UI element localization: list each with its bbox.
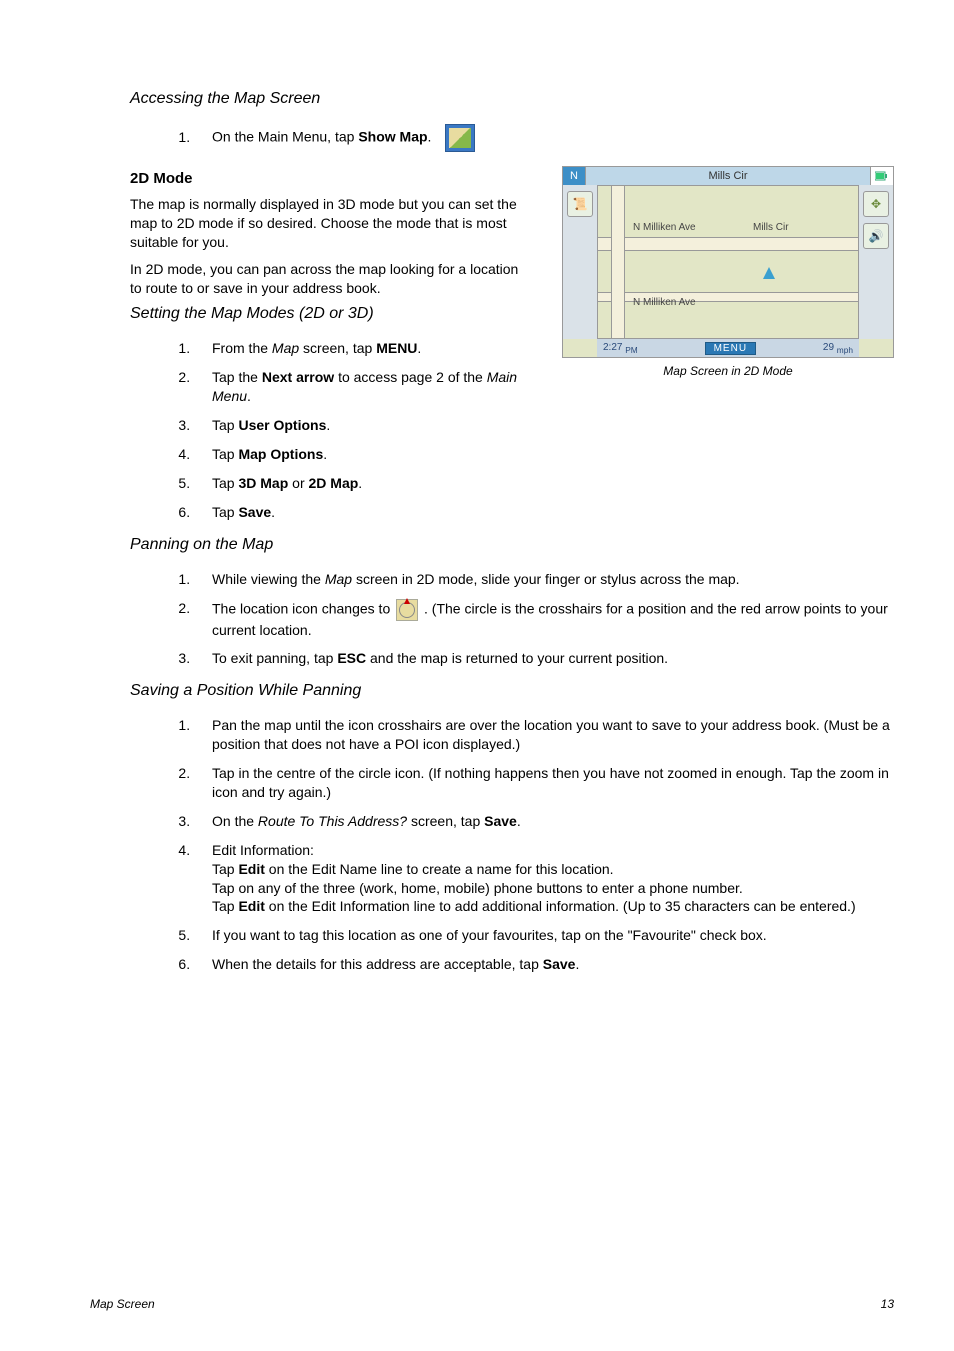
heading-accessing: Accessing the Map Screen (90, 90, 894, 108)
t: User Options (238, 417, 326, 433)
saving-step-6: When the details for this address are ac… (194, 955, 894, 974)
t: screen, tap (299, 340, 376, 356)
t: . (271, 504, 275, 520)
menu-button: MENU (705, 342, 756, 355)
page-footer: Map Screen 13 (90, 1297, 894, 1311)
t: Map (325, 571, 352, 587)
t: Next arrow (262, 369, 334, 385)
text: . (428, 129, 432, 145)
saving-step-2: Tap in the centre of the circle icon. (I… (194, 764, 894, 802)
location-pin-icon (763, 267, 775, 279)
figure-map-2d: N Mills Cir 📜 ✥ 🔊 N Milliken Ave Mills C… (562, 166, 894, 378)
setting-step-6: Tap Save. (194, 503, 894, 522)
t: on the Edit Information line to add addi… (265, 898, 856, 914)
map-footer: 2:27 PM MENU 29 mph (597, 338, 859, 357)
t: screen, tap (407, 813, 484, 829)
footer-right: 13 (881, 1297, 894, 1311)
t: 3D Map (238, 475, 288, 491)
t: Map (272, 340, 299, 356)
t: Save (543, 956, 576, 972)
t: Save (238, 504, 271, 520)
t: When the details for this address are ac… (212, 956, 543, 972)
t: The location icon changes to (212, 600, 394, 616)
t: . (326, 417, 330, 433)
t: to access page 2 of the (334, 369, 487, 385)
right-button-panel: ✥ 🔊 (858, 185, 893, 339)
t: Tap (212, 861, 238, 877)
street-label-2: Mills Cir (753, 222, 789, 233)
t: ESC (337, 650, 366, 666)
battery-icon (870, 167, 893, 185)
t: Edit Information: (212, 842, 314, 858)
left-button-panel: 📜 (563, 185, 598, 339)
setting-step-3: Tap User Options. (194, 416, 894, 435)
panning-step-2: The location icon changes to . (The circ… (194, 599, 894, 640)
map-header: N Mills Cir (563, 167, 893, 186)
saving-step-5: If you want to tag this location as one … (194, 926, 894, 945)
accessing-step-1: On the Main Menu, tap Show Map. (194, 124, 894, 152)
time-label: 2:27 PM (603, 342, 638, 355)
t: Map Options (238, 446, 323, 462)
panning-step-1: While viewing the Map screen in 2D mode,… (194, 570, 894, 589)
t: From the (212, 340, 272, 356)
t: Tap (212, 475, 238, 491)
text: On the Main Menu, tap (212, 129, 358, 145)
road-v1 (611, 185, 625, 339)
t: on the Edit Name line to create a name f… (265, 861, 614, 877)
t: Edit (238, 898, 264, 914)
t: Save (484, 813, 517, 829)
t: and the map is returned to your current … (366, 650, 668, 666)
setting-step-5: Tap 3D Map or 2D Map. (194, 474, 894, 493)
t: Route To This Address? (258, 813, 407, 829)
street-label-1: N Milliken Ave (633, 222, 696, 233)
t: MENU (376, 340, 417, 356)
t: To exit panning, tap (212, 650, 337, 666)
t: On the (212, 813, 258, 829)
sound-icon: 🔊 (863, 223, 889, 249)
t: . (517, 813, 521, 829)
t: 2D Map (309, 475, 359, 491)
t: Tap (212, 446, 238, 462)
header-street: Mills Cir (708, 170, 747, 182)
t: or (288, 475, 308, 491)
t: . (358, 475, 362, 491)
saving-step-3: On the Route To This Address? screen, ta… (194, 812, 894, 831)
footer-left: Map Screen (90, 1297, 155, 1311)
road-h1 (597, 237, 859, 251)
t: . (247, 388, 251, 404)
t: screen in 2D mode, slide your finger or … (352, 571, 740, 587)
t: . (575, 956, 579, 972)
show-map-icon (445, 124, 475, 152)
saving-step-4: Edit Information: Tap Edit on the Edit N… (194, 841, 894, 917)
p-2d-1: The map is normally displayed in 3D mode… (90, 195, 520, 252)
crosshair-icon (396, 599, 418, 621)
t: . (417, 340, 421, 356)
panning-step-3: To exit panning, tap ESC and the map is … (194, 649, 894, 668)
heading-panning: Panning on the Map (90, 536, 894, 554)
setting-step-4: Tap Map Options. (194, 445, 894, 464)
t: Tap on any of the three (work, home, mob… (212, 880, 743, 896)
north-button: N (563, 167, 586, 185)
zoom-icon: ✥ (863, 191, 889, 217)
t: Tap the (212, 369, 262, 385)
t: . (323, 446, 327, 462)
saving-step-1: Pan the map until the icon crosshairs ar… (194, 716, 894, 754)
map-screenshot: N Mills Cir 📜 ✥ 🔊 N Milliken Ave Mills C… (562, 166, 894, 358)
street-label-3: N Milliken Ave (633, 297, 696, 308)
t: Tap (212, 504, 238, 520)
t: Edit (238, 861, 264, 877)
p-2d-2: In 2D mode, you can pan across the map l… (90, 260, 520, 298)
t: Tap (212, 898, 238, 914)
poi-icon: 📜 (567, 191, 593, 217)
t: While viewing the (212, 571, 325, 587)
speed-label: 29 mph (823, 342, 853, 355)
show-map-bold: Show Map (358, 129, 427, 145)
heading-saving: Saving a Position While Panning (90, 682, 894, 700)
figure-caption: Map Screen in 2D Mode (562, 364, 894, 378)
t: Tap (212, 417, 238, 433)
